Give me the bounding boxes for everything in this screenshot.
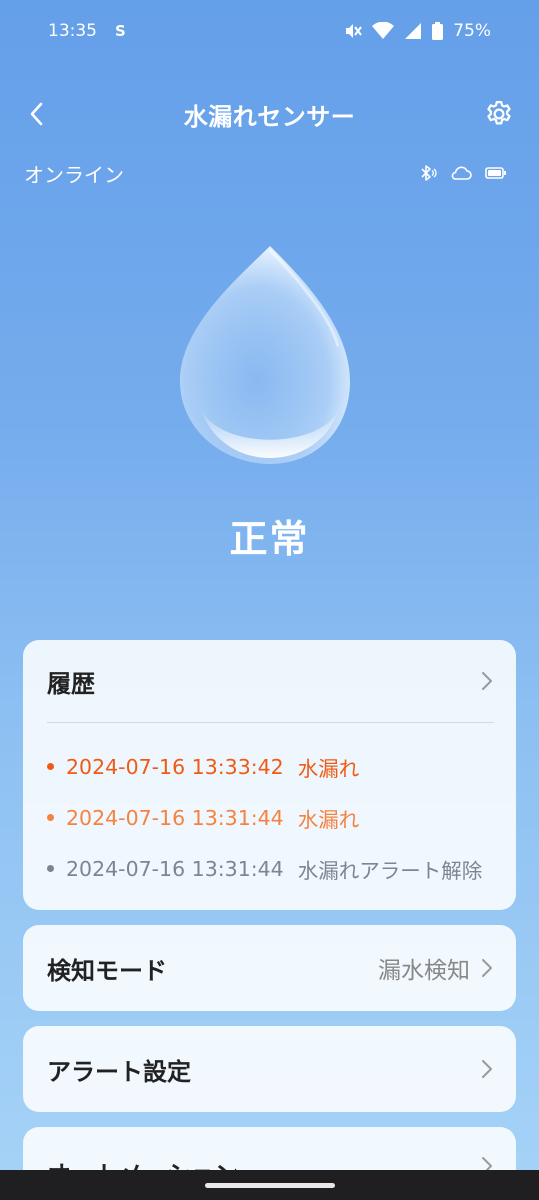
history-item: 2024-07-16 13:33:42 水漏れ bbox=[47, 741, 516, 792]
chevron-left-icon bbox=[30, 102, 43, 126]
detection-mode-card[interactable]: 検知モード 漏水検知 bbox=[23, 925, 516, 1011]
home-gesture-handle[interactable] bbox=[204, 1182, 335, 1188]
chevron-right-icon bbox=[482, 672, 492, 690]
chevron-right-icon bbox=[482, 1060, 492, 1078]
detection-mode-row[interactable]: 検知モード 漏水検知 bbox=[23, 925, 516, 1011]
history-header[interactable]: 履歴 bbox=[23, 640, 516, 722]
chevron-right-icon bbox=[482, 959, 492, 977]
cloud-icon bbox=[451, 166, 472, 180]
status-left: 13:35 S bbox=[48, 21, 126, 41]
online-status: オンライン bbox=[24, 162, 124, 187]
settings-button[interactable] bbox=[481, 96, 517, 132]
battery-percent: 75% bbox=[453, 21, 491, 41]
water-drop-icon bbox=[180, 246, 350, 464]
status-bar: 13:35 S 75% bbox=[0, 0, 539, 62]
mute-icon bbox=[346, 24, 363, 38]
history-item: 2024-07-16 13:31:44 水漏れ bbox=[47, 792, 516, 843]
history-dot bbox=[47, 865, 54, 872]
connection-row: オンライン bbox=[24, 156, 507, 190]
history-event: 水漏れアラート解除 bbox=[297, 858, 483, 883]
bluetooth-icon bbox=[421, 165, 437, 181]
water-drop-illustration bbox=[170, 236, 370, 476]
history-dot bbox=[47, 814, 54, 821]
alert-settings-label: アラート設定 bbox=[47, 1057, 191, 1086]
history-item: 2024-07-16 13:31:44 水漏れアラート解除 bbox=[47, 843, 516, 894]
alert-settings-row[interactable]: アラート設定 bbox=[23, 1026, 516, 1112]
detection-mode-value: 漏水検知 bbox=[378, 958, 470, 984]
connection-icons bbox=[417, 164, 507, 182]
history-card: 履歴 2024-07-16 13:33:42 水漏れ 2024-07-16 13… bbox=[23, 640, 516, 910]
app-notification-icon: S bbox=[115, 22, 126, 40]
detection-mode-label: 検知モード bbox=[47, 956, 167, 985]
wifi-icon bbox=[372, 22, 395, 39]
history-list: 2024-07-16 13:33:42 水漏れ 2024-07-16 13:31… bbox=[23, 723, 516, 894]
page-title: 水漏れセンサー bbox=[183, 102, 356, 131]
history-time: 2024-07-16 13:33:42 bbox=[66, 754, 284, 779]
back-button[interactable] bbox=[20, 98, 52, 130]
battery-icon bbox=[432, 22, 444, 40]
navigation-bar bbox=[0, 1170, 539, 1200]
detection-mode-right: 漏水検知 bbox=[378, 951, 494, 985]
history-dot bbox=[47, 763, 54, 770]
gear-icon bbox=[487, 101, 511, 125]
app-header: 水漏れセンサー bbox=[0, 88, 539, 140]
status-time: 13:35 bbox=[48, 21, 97, 41]
battery-level-icon bbox=[485, 167, 506, 179]
history-time: 2024-07-16 13:31:44 bbox=[66, 805, 284, 830]
status-right: 75% bbox=[342, 21, 491, 41]
history-label: 履歴 bbox=[47, 669, 95, 698]
sensor-state: 正常 bbox=[229, 517, 310, 561]
alert-settings-card[interactable]: アラート設定 bbox=[23, 1026, 516, 1112]
signal-icon bbox=[405, 23, 422, 39]
history-event: 水漏れ bbox=[297, 807, 360, 832]
history-time: 2024-07-16 13:31:44 bbox=[66, 856, 284, 881]
history-event: 水漏れ bbox=[297, 756, 360, 781]
